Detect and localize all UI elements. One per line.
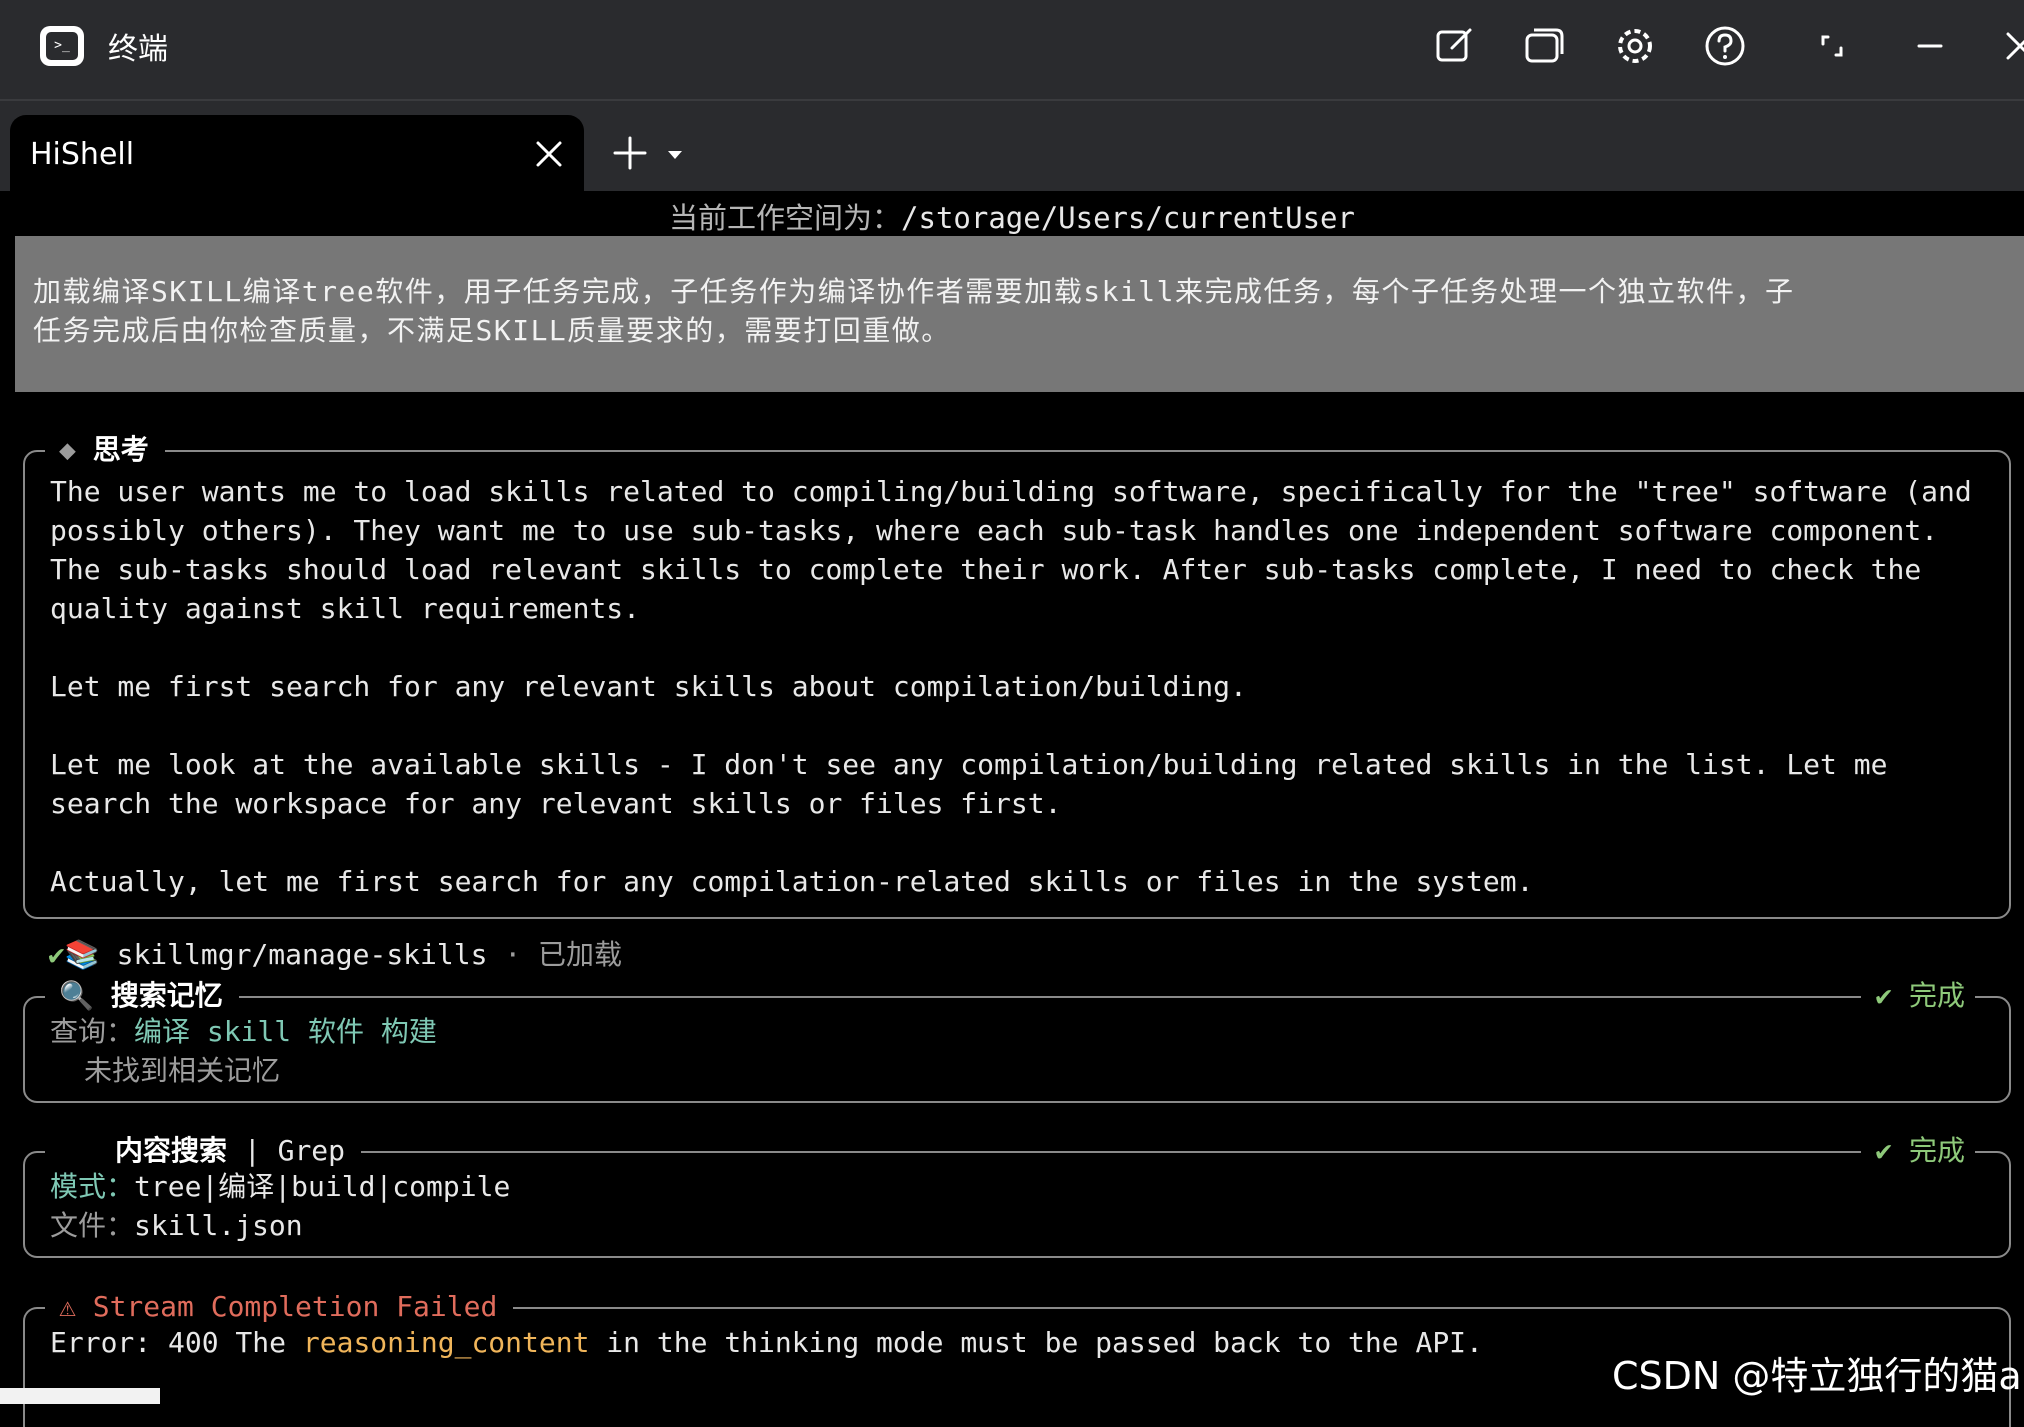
skill-separator: ·	[504, 938, 522, 971]
content-search-header: 内容搜索 | Grep	[45, 1131, 362, 1171]
thinking-line: Let me look at the available skills - I …	[50, 748, 1888, 781]
pattern-value: tree|编译|build|compile	[134, 1170, 511, 1203]
prompt-line: 加载编译SKILL编译tree软件，用子任务完成，子任务作为编译协作者需要加载s…	[33, 275, 1795, 308]
books-icon: 📚	[64, 938, 100, 971]
thinking-line: quality against skill requirements.	[50, 592, 641, 625]
content-search-status: ✔ 完成	[1861, 1131, 1975, 1171]
close-icon[interactable]	[1996, 22, 2024, 70]
tab-dropdown-icon[interactable]	[664, 145, 686, 165]
query-line: 查询：编译 skill 软件 构建	[50, 1012, 1989, 1051]
add-tab-icon[interactable]	[612, 135, 648, 171]
memory-search-title: 搜索记忆	[110, 979, 223, 1012]
thinking-panel: ◆ 思考 The user wants me to load skills re…	[23, 430, 2011, 919]
pattern-label: 模式：	[50, 1170, 135, 1203]
file-line: 文件：skill.json	[50, 1206, 1989, 1245]
thinking-line	[50, 823, 1989, 862]
workspace-label: 当前工作空间为：	[669, 201, 902, 235]
query-value: 编译 skill 软件 构建	[134, 1015, 437, 1048]
thinking-header: ◆ 思考	[45, 430, 165, 470]
thinking-line: Actually, let me first search for any co…	[50, 865, 1534, 898]
minimize-icon[interactable]	[1906, 22, 1954, 70]
memory-search-header: 🔍 搜索记忆	[45, 976, 239, 1016]
memory-search-panel: 🔍 搜索记忆 ✔ 完成 查询：编译 skill 软件 构建 未找到相关记忆	[23, 976, 2011, 1103]
help-icon[interactable]	[1701, 22, 1749, 70]
query-label: 查询：	[50, 1015, 135, 1048]
check-icon: ✔	[1875, 979, 1893, 1012]
thinking-title: 思考	[92, 433, 149, 466]
thinking-line	[50, 628, 1989, 667]
prompt-line: 任务完成后由你检查质量，不满足SKILL质量要求的，需要打回重做。	[33, 314, 951, 347]
title-bar: >_ 终端	[0, 0, 2024, 101]
tab-close-icon[interactable]	[532, 137, 566, 171]
workspace-path: /storage/Users/currentUser	[901, 201, 1355, 235]
gear-icon[interactable]	[1611, 22, 1659, 70]
content-search-tool: Grep	[277, 1134, 346, 1167]
content-search-panel: 内容搜索 | Grep ✔ 完成 模式：tree|编译|build|compil…	[23, 1131, 2011, 1258]
file-label: 文件：	[50, 1209, 135, 1242]
thinking-line	[50, 706, 1989, 745]
warning-icon: ⚠	[59, 1290, 76, 1323]
app-title: 终端	[108, 32, 168, 67]
bottom-strip	[0, 1388, 160, 1404]
thinking-body: The user wants me to load skills related…	[50, 472, 1989, 901]
error-highlight: reasoning_content	[302, 1326, 590, 1359]
content-search-body: 模式：tree|编译|build|compile 文件：skill.json	[50, 1167, 1989, 1245]
watermark: CSDN @特立独行的猫a	[1612, 1354, 2022, 1398]
content-search-title: 内容搜索	[115, 1134, 228, 1167]
windows-icon[interactable]	[1520, 22, 1568, 70]
skill-loaded-line: ✔📚 skillmgr/manage-skills · 已加载	[48, 935, 622, 975]
pattern-line: 模式：tree|编译|build|compile	[50, 1167, 1989, 1206]
tab-label: HiShell	[30, 137, 135, 172]
skill-name: skillmgr/manage-skills	[116, 938, 488, 971]
error-title: Stream Completion Failed	[92, 1290, 498, 1323]
fullscreen-icon[interactable]	[1808, 22, 1856, 70]
content-search-separator: |	[243, 1134, 261, 1167]
thinking-line: possibly others). They want me to use su…	[50, 514, 1939, 547]
tab-bar: HiShell	[0, 101, 2024, 191]
thinking-line: The user wants me to load skills related…	[50, 475, 1972, 508]
thinking-line: The sub-tasks should load relevant skill…	[50, 553, 1922, 586]
memory-search-body: 查询：编译 skill 软件 构建 未找到相关记忆	[50, 1012, 1989, 1090]
memory-search-status: ✔ 完成	[1861, 976, 1975, 1016]
edit-icon[interactable]	[1430, 22, 1478, 70]
search-icon: 🔍	[59, 979, 94, 1012]
file-value: skill.json	[134, 1209, 303, 1242]
thinking-line: search the workspace for any relevant sk…	[50, 787, 1062, 820]
check-icon: ✔	[1875, 1134, 1893, 1167]
terminal-glyph: >_	[46, 32, 78, 60]
terminal-content[interactable]: 当前工作空间为：/storage/Users/currentUser 加载编译S…	[0, 191, 2024, 1427]
terminal-app-icon: >_	[40, 26, 84, 66]
user-prompt: 加载编译SKILL编译tree软件，用子任务完成，子任务作为编译协作者需要加载s…	[15, 236, 2024, 392]
memory-result: 未找到相关记忆	[84, 1054, 281, 1087]
check-icon: ✔	[48, 938, 65, 971]
thinking-line: Let me first search for any relevant ski…	[50, 670, 1247, 703]
skill-status: 已加载	[538, 938, 623, 971]
diamond-icon: ◆	[59, 433, 76, 466]
workspace-line: 当前工作空间为：/storage/Users/currentUser	[0, 195, 2024, 237]
tab-hishell[interactable]: HiShell	[10, 115, 584, 191]
error-header: ⚠ Stream Completion Failed	[45, 1287, 514, 1327]
